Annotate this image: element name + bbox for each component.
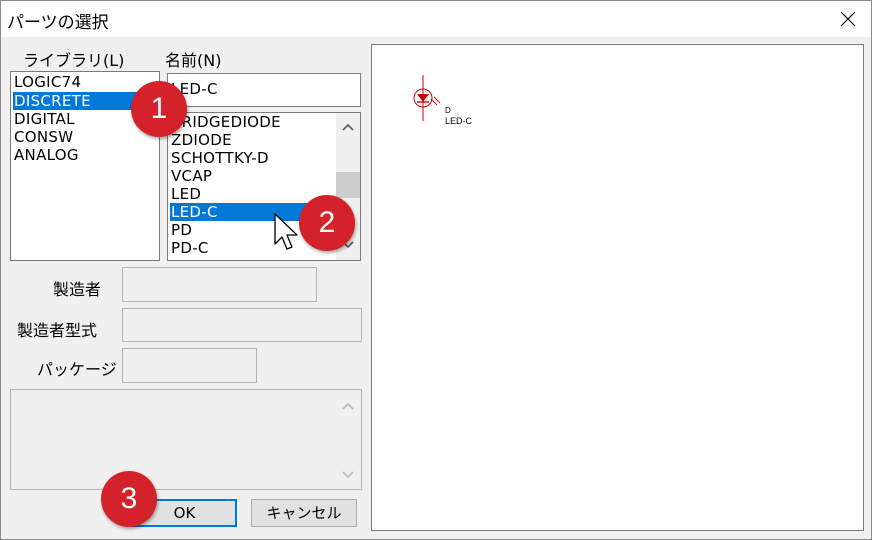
library-item[interactable]: ANALOG [13, 146, 79, 164]
parts-item[interactable]: PD [170, 221, 192, 239]
parts-select-dialog: パーツの選択 ライブラリ(L) LOGIC74 DISCRETE DIGITAL… [0, 0, 872, 540]
preview-part-label: LED-C [445, 116, 473, 126]
led-symbol-icon [413, 75, 441, 121]
parts-item[interactable]: LED [170, 185, 201, 203]
name-label: 名前(N) [165, 51, 222, 70]
mouse-cursor-icon [274, 213, 298, 250]
library-item[interactable]: LOGIC74 [13, 73, 81, 91]
library-item[interactable]: CONSW [13, 128, 73, 146]
maker-model-label: 製造者型式 [17, 321, 98, 340]
step-badge-3: 3 [101, 471, 157, 527]
parts-item[interactable]: SCHOTTKY-D [170, 149, 269, 167]
package-label: パッケージ [37, 360, 117, 379]
parts-item[interactable]: VCAP [170, 167, 212, 185]
preview-ref-label: D [445, 106, 451, 115]
cancel-button[interactable]: キャンセル [251, 499, 357, 527]
maker-model-field [122, 308, 362, 342]
scroll-up-icon [342, 402, 354, 410]
scroll-thumb[interactable] [336, 172, 360, 198]
parts-item[interactable]: PD-C [170, 239, 209, 257]
library-label: ライブラリ(L) [23, 51, 125, 70]
close-icon [840, 11, 856, 27]
step-badge-1: 1 [131, 81, 187, 137]
package-field [122, 348, 257, 383]
parts-item[interactable]: ZDIODE [170, 131, 232, 149]
symbol-preview: D LED-C [371, 44, 864, 531]
title-bar: パーツの選択 [1, 1, 871, 37]
parts-item[interactable]: BRIDGEDIODE [170, 113, 281, 131]
close-button[interactable] [825, 1, 871, 37]
maker-field [122, 267, 317, 302]
window-title: パーツの選択 [7, 13, 109, 33]
maker-label: 製造者 [53, 280, 102, 299]
step-badge-2: 2 [299, 195, 355, 251]
description-area [10, 389, 362, 490]
library-item[interactable]: DIGITAL [13, 110, 75, 128]
scroll-up-icon[interactable] [342, 123, 354, 131]
name-input[interactable]: LED-C [167, 73, 361, 107]
scroll-down-icon [342, 471, 354, 479]
